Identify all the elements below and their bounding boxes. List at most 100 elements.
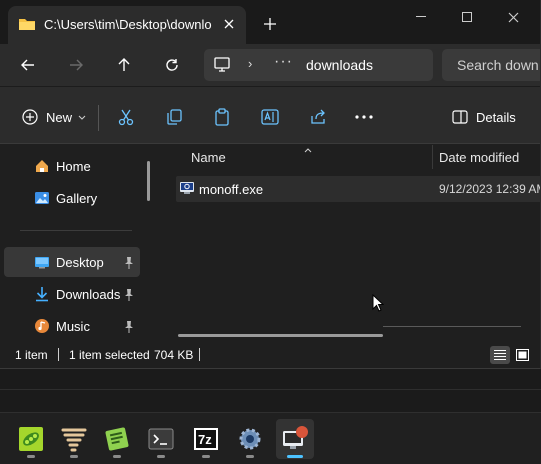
status-size: 704 KB (154, 348, 194, 362)
column-header-date-modified[interactable]: Date modified (439, 150, 519, 165)
close-icon[interactable] (218, 13, 240, 35)
sidebar-item-label: Desktop (56, 255, 104, 270)
7zip-label: 7z (198, 432, 212, 447)
sidebar-item-desktop[interactable]: Desktop (4, 247, 140, 277)
sidebar-item-label: Gallery (56, 191, 98, 206)
share-button[interactable] (309, 105, 327, 129)
paste-button[interactable] (213, 105, 231, 129)
command-bar: New Details (0, 86, 540, 144)
copy-icon (167, 109, 182, 125)
search-placeholder: Search down (457, 57, 539, 73)
status-divider (58, 348, 59, 361)
breadcrumb-separator[interactable]: › (248, 56, 252, 71)
running-indicator (27, 455, 35, 458)
desktop-divider (0, 389, 541, 390)
running-indicator (113, 455, 121, 458)
running-indicator (202, 455, 210, 458)
close-window-icon[interactable] (498, 6, 528, 28)
share-icon (311, 109, 325, 124)
clipboard-icon (215, 108, 229, 126)
file-date-modified: 9/12/2023 12:39 AM (439, 182, 541, 196)
breadcrumb-downloads[interactable]: downloads (306, 57, 373, 73)
executable-file-icon (179, 180, 195, 201)
running-indicator (246, 455, 254, 458)
chevron-down-icon (78, 115, 86, 120)
sort-ascending-icon (304, 140, 312, 158)
monoff-app-icon[interactable] (276, 419, 314, 459)
tab-title: C:\Users\tim\Desktop\downlo (44, 17, 212, 32)
pin-icon[interactable] (124, 320, 134, 338)
status-bar: 1 item 1 item selected 704 KB (0, 343, 540, 368)
details-button-label: Details (476, 109, 516, 125)
refresh-icon[interactable] (158, 52, 186, 78)
status-item-count: 1 item (15, 348, 48, 362)
pin-icon[interactable] (124, 256, 134, 274)
details-button[interactable]: Details (452, 105, 516, 129)
new-tab-icon[interactable] (259, 13, 281, 35)
file-explorer-window: C:\Users\tim\Desktop\downlo › ··· downlo… (0, 0, 541, 369)
column-header-name[interactable]: Name (191, 150, 226, 165)
forward-arrow-icon[interactable] (62, 52, 90, 78)
back-arrow-icon[interactable] (14, 52, 42, 78)
scissors-icon (118, 109, 134, 126)
new-button[interactable]: New (22, 105, 86, 129)
7zip-icon[interactable]: 7z (187, 419, 225, 459)
navigation-pane: Home Gallery Desktop Downloads Music (0, 145, 148, 343)
up-arrow-icon[interactable] (110, 52, 138, 78)
desktop-background (0, 369, 541, 412)
rename-button[interactable] (261, 105, 279, 129)
settings-icon[interactable] (231, 419, 269, 459)
peapod-app-icon[interactable] (12, 419, 50, 459)
details-pane-icon (452, 110, 468, 124)
sidebar-item-label: Home (56, 159, 91, 174)
gallery-icon (34, 190, 50, 206)
notepad-plus-icon[interactable] (98, 419, 136, 459)
running-indicator (157, 455, 165, 458)
terminal-icon[interactable] (142, 419, 180, 459)
copy-button[interactable] (165, 105, 183, 129)
status-selected: 1 item selected (69, 348, 150, 362)
sidebar-item-label: Downloads (56, 287, 121, 302)
maximize-icon[interactable] (452, 6, 482, 28)
pin-icon[interactable] (124, 288, 134, 306)
cut-button[interactable] (117, 105, 135, 129)
file-list: Name Date modified monoff.exe 9/12/2023 … (150, 145, 541, 343)
search-input[interactable]: Search down (442, 49, 540, 81)
minimize-icon[interactable] (406, 6, 436, 28)
rename-icon (261, 109, 279, 125)
more-options-button[interactable] (355, 105, 373, 129)
sidebar-item-gallery[interactable]: Gallery (4, 183, 140, 213)
music-icon (34, 318, 50, 334)
file-name: monoff.exe (199, 182, 264, 197)
sidebar-divider (20, 230, 132, 231)
new-button-label: New (46, 109, 73, 125)
folder-icon (18, 17, 36, 31)
home-icon (34, 158, 50, 174)
more-icon (355, 115, 373, 119)
tab-downloads[interactable]: C:\Users\tim\Desktop\downlo (8, 6, 246, 44)
status-divider (199, 348, 200, 361)
list-divider (383, 326, 521, 327)
sidebar-item-music[interactable]: Music (4, 311, 140, 341)
navigation-bar: › ··· downloads Search down (0, 44, 540, 86)
computer-icon (214, 57, 230, 77)
details-view-icon[interactable] (490, 346, 510, 364)
sidebar-item-home[interactable]: Home (4, 151, 140, 181)
running-indicator (70, 455, 78, 458)
sidebar-item-label: Music (56, 319, 90, 334)
download-icon (34, 286, 50, 302)
taskbar: 7z (0, 412, 541, 464)
sidebar-item-downloads[interactable]: Downloads (4, 279, 140, 309)
tornado-app-icon[interactable] (55, 419, 93, 459)
horizontal-scrollbar[interactable] (178, 334, 383, 337)
title-bar: C:\Users\tim\Desktop\downlo (0, 0, 540, 44)
address-bar[interactable]: › ··· downloads (204, 49, 433, 81)
table-row[interactable]: monoff.exe 9/12/2023 12:39 AM (176, 176, 541, 202)
toolbar-divider (98, 105, 99, 131)
tiles-view-icon[interactable] (512, 346, 532, 364)
mouse-cursor-icon (372, 293, 385, 317)
running-indicator (287, 455, 303, 458)
breadcrumb-overflow[interactable]: ··· (274, 53, 293, 71)
column-divider[interactable] (432, 145, 433, 169)
desktop-icon (34, 254, 50, 270)
